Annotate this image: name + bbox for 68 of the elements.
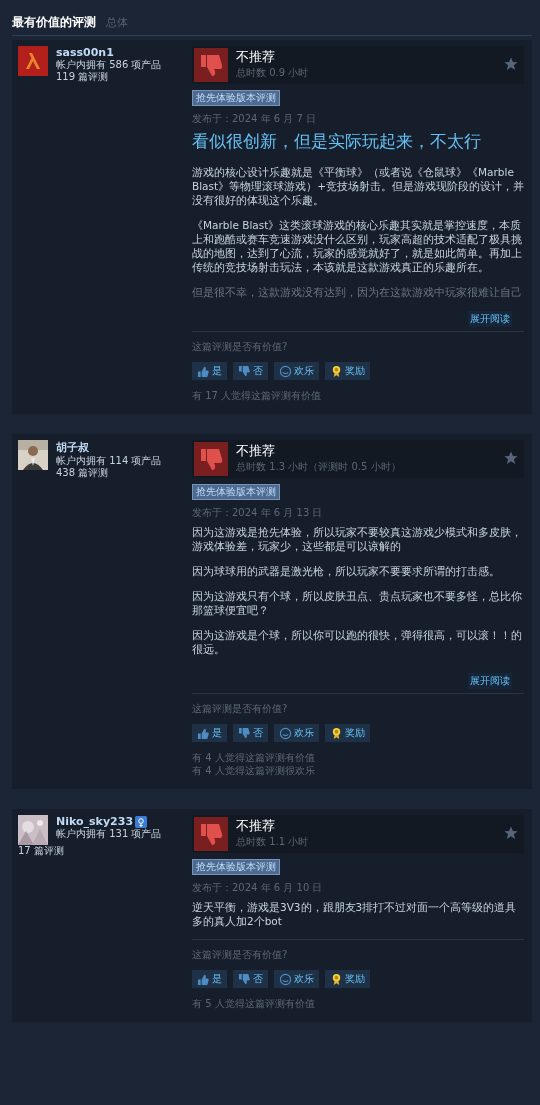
early-access-badge: 抢先体验版本评测 — [192, 484, 280, 500]
helpful-prompt: 这篇评测是否有价值? — [192, 948, 289, 962]
no-button[interactable]: 否 — [233, 362, 268, 380]
playtime-text: 总时数 1.3 小时（评测时 0.5 小时） — [236, 460, 401, 474]
helpful-count: 有 17 人觉得这篇评测有价值 — [192, 389, 323, 402]
yes-button[interactable]: 是 — [192, 970, 227, 988]
review-paragraph: 因为这游戏只有个球，所以皮肤丑点、贵点玩家也不要多怪，总比你那篮球便宜吧？ — [192, 589, 523, 617]
early-access-badge: 抢先体验版本评测 — [192, 859, 280, 875]
helpful-count: 有 4 人觉得这篇评测很欢乐 — [192, 764, 316, 777]
smiley-icon — [279, 972, 292, 986]
playtime-text: 总时数 1.1 小时 — [236, 835, 309, 849]
review-count: 17 篇评测 — [18, 845, 65, 857]
read-more-link[interactable]: 展开阅读 — [468, 311, 512, 327]
review-paragraph: 因为这游戏是抢先体验，所以玩家不要较真这游戏少模式和多皮肤，游戏体验差，玩家少，这些都是可以谅解的 — [192, 525, 523, 553]
section-title: 最有价值的评测 — [12, 14, 96, 31]
thumbs-down-icon — [238, 364, 251, 378]
award-button[interactable]: 奖励 — [325, 970, 370, 988]
posted-date: 发布于：2024 年 6 月 13 日 — [192, 506, 324, 520]
thumbs-up-icon — [197, 972, 210, 986]
star-icon[interactable] — [504, 451, 518, 465]
yes-button[interactable]: 是 — [192, 724, 227, 742]
verdict-label: 不推荐 — [236, 442, 276, 460]
review-paragraph: 逆天平衡，游戏是3V3的，跟朋友3排打不过对面一个高等级的道具多的真人加2个bot — [192, 900, 518, 928]
helpful-count: 有 5 人觉得这篇评测有价值 — [192, 997, 316, 1010]
review-paragraph: 《Marble Blast》这类滚球游戏的核心乐趣其实就是掌控速度，本质上和跑酷或赛车竞速游戏没什么区别，玩家高超的技术适配了极具挑战的地图，达到了心流，玩家的感觉就好了，就是如此简单。再加上传统的竞技场射击玩法，本该就是这款游戏真正的乐趣所在。 — [192, 218, 523, 274]
smiley-icon — [279, 726, 292, 740]
yes-button[interactable]: 是 — [192, 362, 227, 380]
username-link[interactable]: 胡子叔 — [56, 440, 89, 455]
thumbs-up-icon — [197, 364, 210, 378]
review-paragraph: 因为这游戏是个球，所以你可以跑的很快，弹得很高，可以滚！！的很远。 — [192, 628, 523, 656]
review-paragraph: 游戏的核心设计乐趣就是《平衡球》（或者说《仓鼠球》《Marble Blast》等物理滚球游戏）+竞技场射击。但是游戏现阶段的设计，并没有很好的体现这个乐趣。 — [192, 165, 524, 207]
award-icon — [330, 726, 343, 740]
username-link[interactable]: sass00n1 — [56, 46, 114, 59]
early-access-badge: 抢先体验版本评测 — [192, 90, 280, 106]
funny-button[interactable]: 欢乐 — [274, 362, 319, 380]
review-count: 438 篇评测 — [56, 467, 110, 479]
award-button[interactable]: 奖励 — [325, 362, 370, 380]
playtime-text: 总时数 0.9 小时 — [236, 66, 309, 80]
no-button[interactable]: 否 — [233, 724, 268, 742]
award-button[interactable]: 奖励 — [325, 724, 370, 742]
star-icon[interactable] — [504, 57, 518, 71]
verdict-label: 不推荐 — [236, 817, 276, 835]
helpful-count: 有 4 人觉得这篇评测有价值 — [192, 751, 316, 764]
review-count: 119 篇评测 — [56, 71, 110, 83]
gender-icon — [135, 815, 148, 828]
product-count: 帐户内拥有 131 项产品 — [56, 828, 163, 840]
award-icon — [330, 972, 343, 986]
award-icon — [330, 364, 343, 378]
product-count: 帐户内拥有 114 项产品 — [56, 455, 163, 467]
read-more-link[interactable]: 展开阅读 — [468, 673, 512, 689]
thumbs-down-icon — [238, 726, 251, 740]
thumbs-down-icon — [238, 972, 251, 986]
funny-button[interactable]: 欢乐 — [274, 724, 319, 742]
posted-date: 发布于：2024 年 6 月 7 日 — [192, 112, 318, 126]
funny-button[interactable]: 欢乐 — [274, 970, 319, 988]
username-link[interactable]: Niko_sky233 — [56, 815, 134, 828]
thumbs-up-icon — [197, 726, 210, 740]
no-button[interactable]: 否 — [233, 970, 268, 988]
review-title: 看似很创新，但是实际玩起来，不太行 — [192, 130, 482, 153]
smiley-icon — [279, 364, 292, 378]
star-icon[interactable] — [504, 826, 518, 840]
posted-date: 发布于：2024 年 6 月 10 日 — [192, 881, 324, 895]
helpful-prompt: 这篇评测是否有价值? — [192, 702, 289, 716]
product-count: 帐户内拥有 586 项产品 — [56, 59, 163, 71]
verdict-label: 不推荐 — [236, 48, 276, 66]
review-paragraph: 但是很不幸，这款游戏没有达到，因为在这款游戏中玩家很难让自己 — [192, 285, 523, 299]
helpful-prompt: 这篇评测是否有价值? — [192, 340, 289, 354]
review-paragraph: 因为球球用的武器是激光枪，所以玩家不要要求所谓的打击感。 — [192, 564, 501, 578]
